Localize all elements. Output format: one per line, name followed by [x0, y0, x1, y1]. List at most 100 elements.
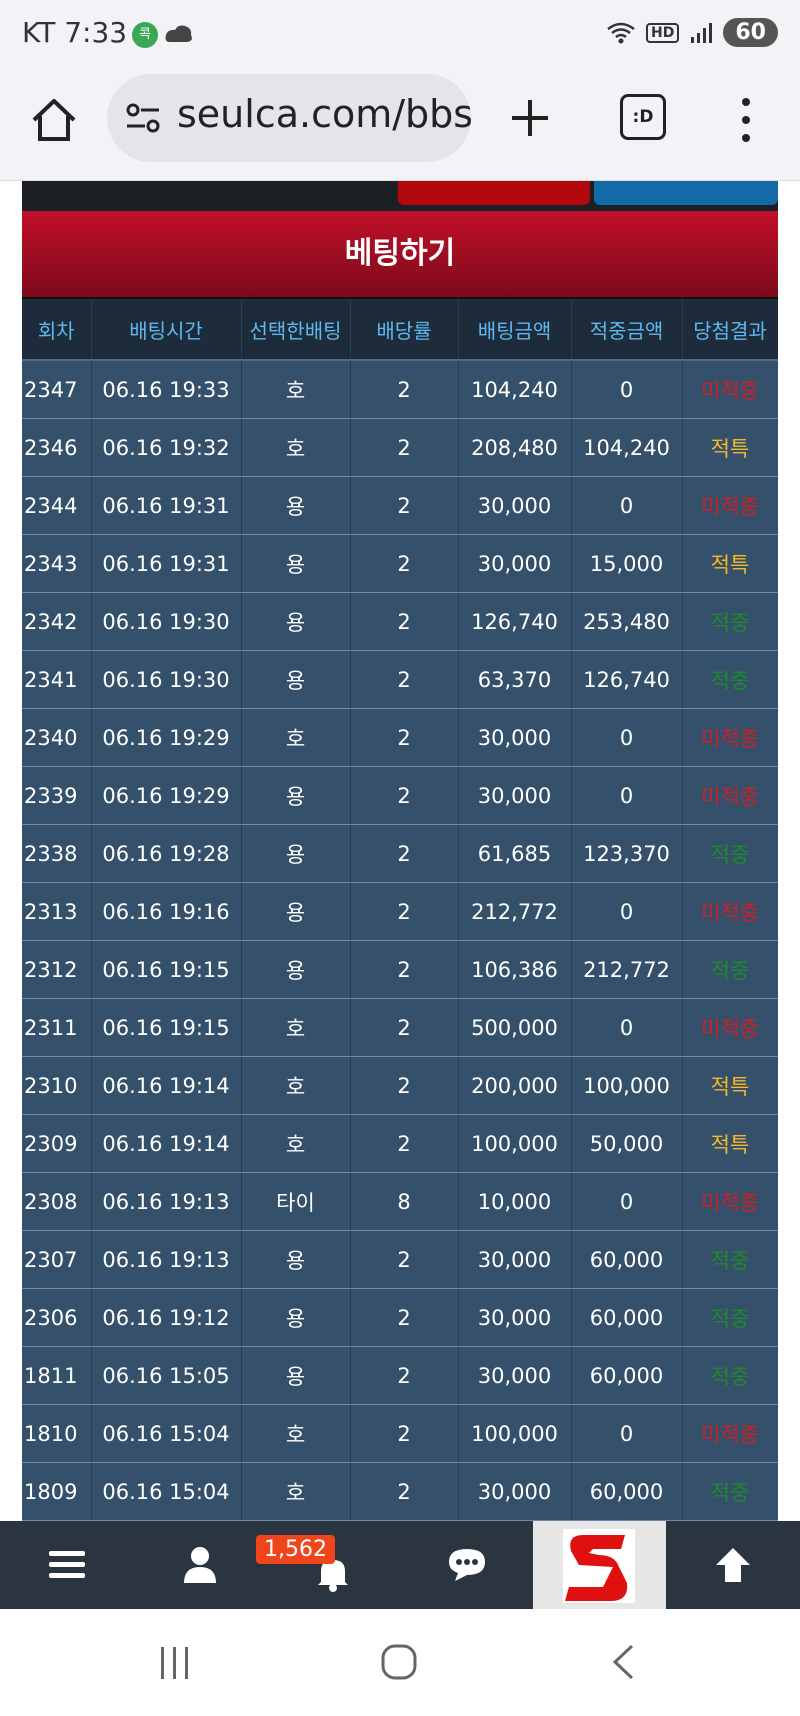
- odds-cell: 2: [350, 998, 459, 1057]
- choice-cell: 용: [241, 824, 351, 883]
- result-cell: 적중: [682, 1288, 778, 1347]
- win-amount-cell: 100,000: [571, 1056, 683, 1115]
- table-row: 2344 06.16 19:31 용 2 30,000 0 미적중: [22, 476, 778, 535]
- odds-cell: 8: [350, 1172, 459, 1231]
- bet-amount-cell: 126,740: [458, 592, 572, 651]
- round-cell: 2307: [22, 1230, 92, 1289]
- column-header: 배팅금액: [458, 299, 572, 361]
- odds-cell: 2: [350, 708, 459, 767]
- round-cell: 2313: [22, 882, 92, 941]
- round-cell: 2347: [22, 360, 92, 419]
- table-row: 2346 06.16 19:32 호 2 208,480 104,240 적특: [22, 418, 778, 477]
- system-nav-bar: [0, 1609, 800, 1716]
- odds-cell: 2: [350, 824, 459, 883]
- time-cell: 06.16 19:29: [91, 708, 242, 767]
- back-icon[interactable]: [610, 1643, 636, 1681]
- url-text[interactable]: seulca.com/bbs: [177, 92, 471, 136]
- red-action-button[interactable]: [398, 181, 590, 205]
- choice-cell: 용: [241, 650, 351, 709]
- bet-amount-cell: 104,240: [458, 360, 572, 419]
- site-settings-icon[interactable]: [125, 102, 161, 134]
- table-row: 2308 06.16 19:13 타이 8 10,000 0 미적중: [22, 1172, 778, 1231]
- win-amount-cell: 50,000: [571, 1114, 683, 1173]
- bet-amount-cell: 61,685: [458, 824, 572, 883]
- round-cell: 1810: [22, 1404, 92, 1463]
- bet-amount-cell: 30,000: [458, 1288, 572, 1347]
- bet-amount-cell: 106,386: [458, 940, 572, 999]
- time-cell: 06.16 19:29: [91, 766, 242, 825]
- choice-cell: 용: [241, 1288, 351, 1347]
- round-cell: 2343: [22, 534, 92, 593]
- result-cell: 적중: [682, 940, 778, 999]
- round-cell: 1809: [22, 1462, 92, 1521]
- address-bar[interactable]: seulca.com/bbs: [107, 74, 471, 162]
- cloud-notification-icon: [165, 25, 192, 42]
- time-cell: 06.16 19:31: [91, 476, 242, 535]
- time-cell: 06.16 19:30: [91, 650, 242, 709]
- bet-amount-cell: 100,000: [458, 1404, 572, 1463]
- win-amount-cell: 0: [571, 1404, 683, 1463]
- home-nav-icon[interactable]: [380, 1643, 418, 1681]
- result-cell: 미적중: [682, 1404, 778, 1463]
- status-carrier-time: KT 7:33: [22, 16, 128, 49]
- round-cell: 2344: [22, 476, 92, 535]
- round-cell: 2346: [22, 418, 92, 477]
- blue-action-button[interactable]: [594, 181, 778, 205]
- bet-amount-cell: 30,000: [458, 1346, 572, 1405]
- column-header: 배당률: [350, 299, 459, 361]
- betting-history-table: 회차 배팅시간 선택한배팅 배당률 배팅금액 적중금액 당첨결과 2347 06.16 19:…: [22, 299, 778, 1521]
- site-logo: [563, 1529, 635, 1603]
- choice-cell: 용: [241, 1230, 351, 1289]
- choice-cell: 용: [241, 534, 351, 593]
- profile-button[interactable]: [133, 1521, 266, 1609]
- round-cell: 1811: [22, 1346, 92, 1405]
- table-body: 2347 06.16 19:33 호 2 104,240 0 미적중 2346 06.16 19…: [22, 360, 778, 1521]
- bet-amount-cell: 10,000: [458, 1172, 572, 1231]
- tab-switcher-button[interactable]: :D: [620, 94, 666, 140]
- table-row: 1810 06.16 15:04 호 2 100,000 0 미적중: [22, 1404, 778, 1463]
- time-cell: 06.16 15:05: [91, 1346, 242, 1405]
- site-logo-button[interactable]: [533, 1521, 666, 1609]
- odds-cell: 2: [350, 1114, 459, 1173]
- table-row: 2313 06.16 19:16 용 2 212,772 0 미적중: [22, 882, 778, 941]
- table-row: 1811 06.16 15:05 용 2 30,000 60,000 적중: [22, 1346, 778, 1405]
- win-amount-cell: 60,000: [571, 1462, 683, 1521]
- choice-cell: 호: [241, 998, 351, 1057]
- time-cell: 06.16 19:14: [91, 1114, 242, 1173]
- choice-cell: 호: [241, 1114, 351, 1173]
- bet-amount-cell: 30,000: [458, 1230, 572, 1289]
- round-cell: 2339: [22, 766, 92, 825]
- choice-cell: 호: [241, 418, 351, 477]
- more-menu-icon[interactable]: [736, 94, 756, 146]
- win-amount-cell: 60,000: [571, 1346, 683, 1405]
- result-cell: 미적중: [682, 998, 778, 1057]
- chat-icon: [448, 1549, 485, 1581]
- win-amount-cell: 0: [571, 1172, 683, 1231]
- result-cell: 적중: [682, 1230, 778, 1289]
- round-cell: 2342: [22, 592, 92, 651]
- bet-amount-cell: 500,000: [458, 998, 572, 1057]
- result-cell: 적중: [682, 1462, 778, 1521]
- column-header: 당첨결과: [682, 299, 778, 361]
- table-row: 2306 06.16 19:12 용 2 30,000 60,000 적중: [22, 1288, 778, 1347]
- scroll-top-button[interactable]: [666, 1521, 799, 1609]
- menu-button[interactable]: [0, 1521, 133, 1609]
- time-cell: 06.16 15:04: [91, 1404, 242, 1463]
- round-cell: 2312: [22, 940, 92, 999]
- home-icon[interactable]: [28, 94, 80, 146]
- odds-cell: 2: [350, 476, 459, 535]
- time-cell: 06.16 19:12: [91, 1288, 242, 1347]
- chat-button[interactable]: [400, 1521, 533, 1609]
- battery-indicator: 60: [723, 18, 778, 47]
- recent-apps-icon[interactable]: [158, 1645, 192, 1681]
- odds-cell: 2: [350, 1056, 459, 1115]
- win-amount-cell: 60,000: [571, 1230, 683, 1289]
- new-tab-icon[interactable]: [506, 94, 554, 142]
- result-cell: 미적중: [682, 1172, 778, 1231]
- table-row: 2307 06.16 19:13 용 2 30,000 60,000 적중: [22, 1230, 778, 1289]
- table-row: 1809 06.16 15:04 호 2 30,000 60,000 적중: [22, 1462, 778, 1521]
- choice-cell: 용: [241, 940, 351, 999]
- win-amount-cell: 0: [571, 766, 683, 825]
- choice-cell: 호: [241, 1462, 351, 1521]
- win-amount-cell: 104,240: [571, 418, 683, 477]
